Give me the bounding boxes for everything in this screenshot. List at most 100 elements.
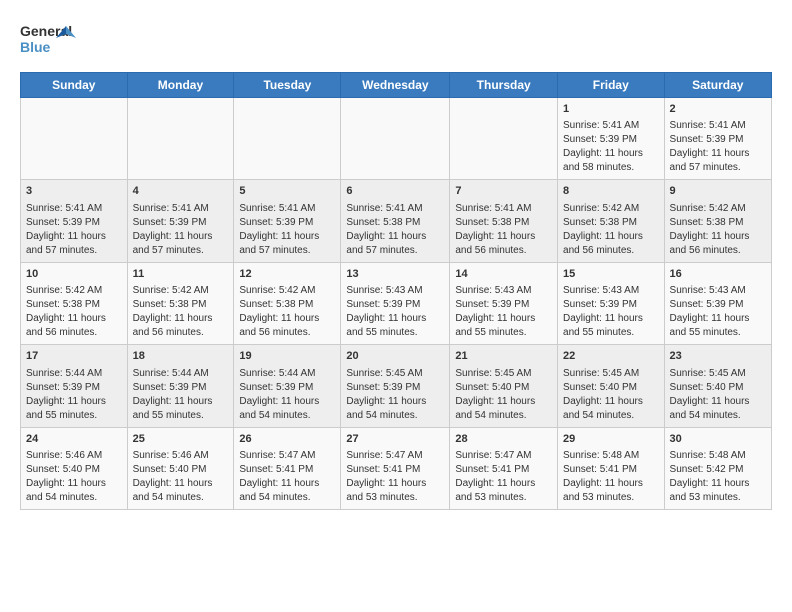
calendar-cell: 19Sunrise: 5:44 AMSunset: 5:39 PMDayligh… (234, 345, 341, 427)
day-number: 28 (455, 432, 552, 447)
day-info: Sunset: 5:40 PM (563, 381, 659, 395)
day-info: Sunrise: 5:47 AM (346, 449, 444, 463)
day-info: Sunset: 5:39 PM (346, 298, 444, 312)
day-info: Sunrise: 5:42 AM (26, 284, 122, 298)
weekday-header-saturday: Saturday (664, 73, 771, 98)
day-number: 30 (670, 432, 766, 447)
day-info: Sunset: 5:39 PM (239, 216, 335, 230)
day-info: Sunset: 5:42 PM (670, 463, 766, 477)
calendar-cell (127, 98, 234, 180)
calendar-cell: 29Sunrise: 5:48 AMSunset: 5:41 PMDayligh… (558, 427, 665, 509)
day-number: 16 (670, 267, 766, 282)
day-number: 27 (346, 432, 444, 447)
day-info: Sunrise: 5:48 AM (670, 449, 766, 463)
day-info: Daylight: 11 hours and 55 minutes. (455, 312, 552, 340)
day-info: Daylight: 11 hours and 55 minutes. (346, 312, 444, 340)
weekday-header-wednesday: Wednesday (341, 73, 450, 98)
day-number: 8 (563, 184, 659, 199)
day-info: Sunrise: 5:43 AM (455, 284, 552, 298)
day-info: Daylight: 11 hours and 54 minutes. (563, 395, 659, 423)
day-info: Sunrise: 5:43 AM (563, 284, 659, 298)
day-number: 25 (133, 432, 229, 447)
day-info: Sunrise: 5:44 AM (26, 367, 122, 381)
day-number: 21 (455, 349, 552, 364)
day-info: Daylight: 11 hours and 53 minutes. (346, 477, 444, 505)
day-number: 19 (239, 349, 335, 364)
calendar-cell: 13Sunrise: 5:43 AMSunset: 5:39 PMDayligh… (341, 262, 450, 344)
day-info: Sunset: 5:39 PM (346, 381, 444, 395)
day-info: Sunrise: 5:48 AM (563, 449, 659, 463)
day-number: 24 (26, 432, 122, 447)
calendar-cell: 3Sunrise: 5:41 AMSunset: 5:39 PMDaylight… (21, 180, 128, 262)
day-number: 17 (26, 349, 122, 364)
day-info: Sunset: 5:39 PM (670, 133, 766, 147)
calendar-cell: 17Sunrise: 5:44 AMSunset: 5:39 PMDayligh… (21, 345, 128, 427)
day-number: 6 (346, 184, 444, 199)
day-number: 9 (670, 184, 766, 199)
day-info: Daylight: 11 hours and 56 minutes. (670, 230, 766, 258)
day-number: 11 (133, 267, 229, 282)
calendar-week-row: 10Sunrise: 5:42 AMSunset: 5:38 PMDayligh… (21, 262, 772, 344)
day-info: Sunset: 5:38 PM (670, 216, 766, 230)
svg-text:Blue: Blue (20, 39, 51, 55)
day-info: Sunrise: 5:45 AM (455, 367, 552, 381)
day-info: Sunset: 5:39 PM (239, 381, 335, 395)
day-info: Sunrise: 5:44 AM (133, 367, 229, 381)
day-info: Daylight: 11 hours and 56 minutes. (133, 312, 229, 340)
day-info: Sunset: 5:39 PM (26, 216, 122, 230)
day-info: Sunset: 5:41 PM (455, 463, 552, 477)
day-info: Daylight: 11 hours and 55 minutes. (563, 312, 659, 340)
day-info: Daylight: 11 hours and 57 minutes. (670, 147, 766, 175)
day-info: Daylight: 11 hours and 54 minutes. (670, 395, 766, 423)
day-info: Sunset: 5:40 PM (670, 381, 766, 395)
calendar-cell: 25Sunrise: 5:46 AMSunset: 5:40 PMDayligh… (127, 427, 234, 509)
day-info: Sunset: 5:38 PM (133, 298, 229, 312)
calendar-cell (450, 98, 558, 180)
day-info: Sunset: 5:38 PM (26, 298, 122, 312)
day-number: 15 (563, 267, 659, 282)
day-info: Daylight: 11 hours and 54 minutes. (26, 477, 122, 505)
day-number: 29 (563, 432, 659, 447)
day-info: Sunrise: 5:44 AM (239, 367, 335, 381)
day-number: 10 (26, 267, 122, 282)
calendar-cell: 26Sunrise: 5:47 AMSunset: 5:41 PMDayligh… (234, 427, 341, 509)
calendar-cell: 1Sunrise: 5:41 AMSunset: 5:39 PMDaylight… (558, 98, 665, 180)
calendar-cell: 18Sunrise: 5:44 AMSunset: 5:39 PMDayligh… (127, 345, 234, 427)
day-info: Sunset: 5:38 PM (455, 216, 552, 230)
day-number: 7 (455, 184, 552, 199)
calendar-cell: 20Sunrise: 5:45 AMSunset: 5:39 PMDayligh… (341, 345, 450, 427)
day-info: Daylight: 11 hours and 57 minutes. (26, 230, 122, 258)
day-info: Sunrise: 5:43 AM (346, 284, 444, 298)
calendar-cell: 4Sunrise: 5:41 AMSunset: 5:39 PMDaylight… (127, 180, 234, 262)
day-info: Sunset: 5:41 PM (563, 463, 659, 477)
weekday-header-sunday: Sunday (21, 73, 128, 98)
calendar-cell: 5Sunrise: 5:41 AMSunset: 5:39 PMDaylight… (234, 180, 341, 262)
calendar-cell: 2Sunrise: 5:41 AMSunset: 5:39 PMDaylight… (664, 98, 771, 180)
calendar-week-row: 17Sunrise: 5:44 AMSunset: 5:39 PMDayligh… (21, 345, 772, 427)
day-number: 12 (239, 267, 335, 282)
day-info: Sunset: 5:39 PM (563, 133, 659, 147)
calendar-table: SundayMondayTuesdayWednesdayThursdayFrid… (20, 72, 772, 510)
weekday-header-tuesday: Tuesday (234, 73, 341, 98)
calendar-week-row: 3Sunrise: 5:41 AMSunset: 5:39 PMDaylight… (21, 180, 772, 262)
day-info: Sunset: 5:40 PM (455, 381, 552, 395)
calendar-cell: 21Sunrise: 5:45 AMSunset: 5:40 PMDayligh… (450, 345, 558, 427)
day-info: Sunset: 5:40 PM (133, 463, 229, 477)
day-number: 4 (133, 184, 229, 199)
day-number: 22 (563, 349, 659, 364)
day-info: Sunset: 5:41 PM (346, 463, 444, 477)
weekday-header-monday: Monday (127, 73, 234, 98)
day-number: 14 (455, 267, 552, 282)
calendar-cell: 23Sunrise: 5:45 AMSunset: 5:40 PMDayligh… (664, 345, 771, 427)
day-info: Daylight: 11 hours and 53 minutes. (455, 477, 552, 505)
calendar-cell: 7Sunrise: 5:41 AMSunset: 5:38 PMDaylight… (450, 180, 558, 262)
day-info: Daylight: 11 hours and 56 minutes. (455, 230, 552, 258)
day-info: Sunrise: 5:46 AM (133, 449, 229, 463)
header: GeneralBlue (20, 16, 772, 64)
day-number: 18 (133, 349, 229, 364)
calendar-cell (341, 98, 450, 180)
day-info: Sunrise: 5:41 AM (670, 119, 766, 133)
day-info: Sunrise: 5:42 AM (133, 284, 229, 298)
day-info: Sunrise: 5:45 AM (346, 367, 444, 381)
day-info: Sunrise: 5:41 AM (133, 202, 229, 216)
